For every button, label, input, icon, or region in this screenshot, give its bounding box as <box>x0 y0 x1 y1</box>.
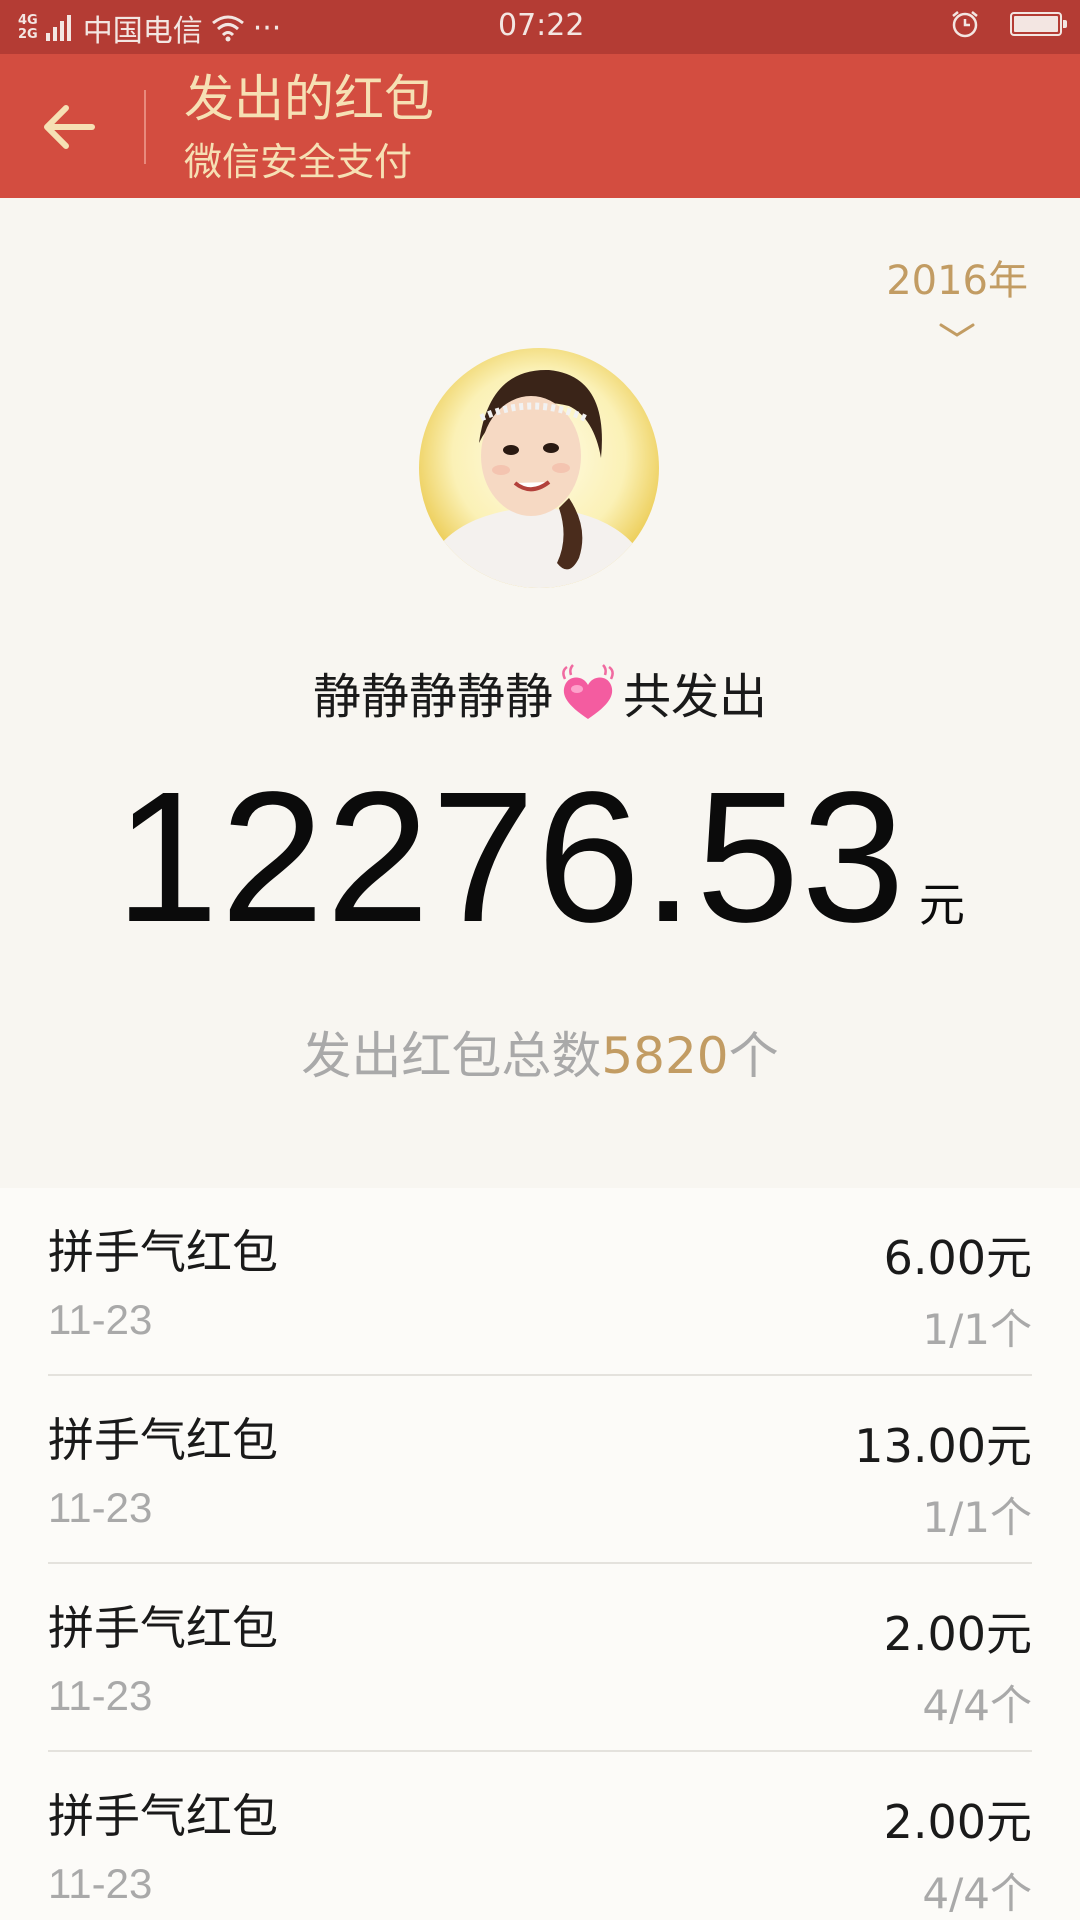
status-right <box>950 9 1067 39</box>
chevron-down-icon <box>939 323 975 337</box>
summary-panel: 2016年 静静静静静 共发出 12276.53 元 发出红包总数5820个 <box>0 198 1080 1188</box>
avatar-photo <box>419 348 659 588</box>
carrier-name: 中国电信 <box>82 14 203 49</box>
signal-strength-icon <box>45 15 71 41</box>
total-amount-row: 12276.53 元 <box>0 758 1080 958</box>
sender-line: 静静静静静 共发出 <box>0 662 1080 732</box>
alarm-clock-icon <box>952 11 978 38</box>
back-arrow-icon[interactable] <box>34 94 104 160</box>
more-notifications-icon: ··· <box>252 10 282 46</box>
item-date: 11-23 <box>48 1296 153 1343</box>
item-amount: 6.00元 <box>883 1231 1032 1285</box>
item-name: 拼手气红包 <box>48 1225 278 1279</box>
count-suffix: 个 <box>728 1027 779 1085</box>
item-count: 4/4个 <box>922 1681 1032 1730</box>
amount-unit: 元 <box>918 878 965 932</box>
wifi-icon <box>211 15 244 42</box>
item-amount: 2.00元 <box>883 1607 1032 1661</box>
item-name: 拼手气红包 <box>48 1789 278 1843</box>
status-time: 07:22 <box>498 8 585 43</box>
avatar[interactable] <box>419 348 659 588</box>
beating-heart-emoji-icon <box>562 664 614 719</box>
item-name: 拼手气红包 <box>48 1413 278 1467</box>
list-item[interactable]: 拼手气红包 11-23 13.00元 1/1个 <box>48 1376 1032 1564</box>
year-picker[interactable]: 2016年 <box>886 248 1028 340</box>
network-type: 4G 2G <box>18 14 38 42</box>
red-packet-list: 拼手气红包 11-23 6.00元 1/1个 拼手气红包 11-23 13.00… <box>0 1188 1080 1920</box>
list-item[interactable]: 拼手气红包 11-23 6.00元 1/1个 <box>48 1188 1032 1376</box>
page-subtitle: 微信安全支付 <box>184 140 413 184</box>
list-item[interactable]: 拼手气红包 11-23 2.00元 4/4个 <box>48 1752 1032 1920</box>
count-prefix: 发出红包总数 <box>301 1027 602 1085</box>
total-count-line: 发出红包总数5820个 <box>0 1016 1080 1088</box>
network-bottom-label: 2G <box>18 27 38 42</box>
item-amount: 2.00元 <box>883 1795 1032 1849</box>
item-amount: 13.00元 <box>854 1419 1032 1473</box>
app-header: 发出的红包 微信安全支付 <box>0 54 1080 198</box>
item-count: 4/4个 <box>922 1869 1032 1918</box>
item-count: 1/1个 <box>922 1305 1032 1354</box>
total-amount: 12276.53 <box>115 754 907 961</box>
page-title: 发出的红包 <box>184 70 434 128</box>
header-divider <box>144 90 146 164</box>
status-left: 4G 2G 中国电信 ··· <box>18 8 282 50</box>
status-bar: 4G 2G 中国电信 ··· 07:22 <box>0 0 1080 54</box>
year-label: 2016年 <box>886 258 1028 304</box>
item-name: 拼手气红包 <box>48 1601 278 1655</box>
battery-icon <box>1010 12 1067 36</box>
item-date: 11-23 <box>48 1484 153 1531</box>
count-value: 5820 <box>601 1027 729 1085</box>
list-item[interactable]: 拼手气红包 11-23 2.00元 4/4个 <box>48 1564 1032 1752</box>
network-top-label: 4G <box>18 13 38 28</box>
item-date: 11-23 <box>48 1672 153 1719</box>
sender-suffix: 共发出 <box>623 669 768 725</box>
item-date: 11-23 <box>48 1860 153 1907</box>
sender-name: 静静静静静 <box>312 669 553 725</box>
item-count: 1/1个 <box>922 1493 1032 1542</box>
